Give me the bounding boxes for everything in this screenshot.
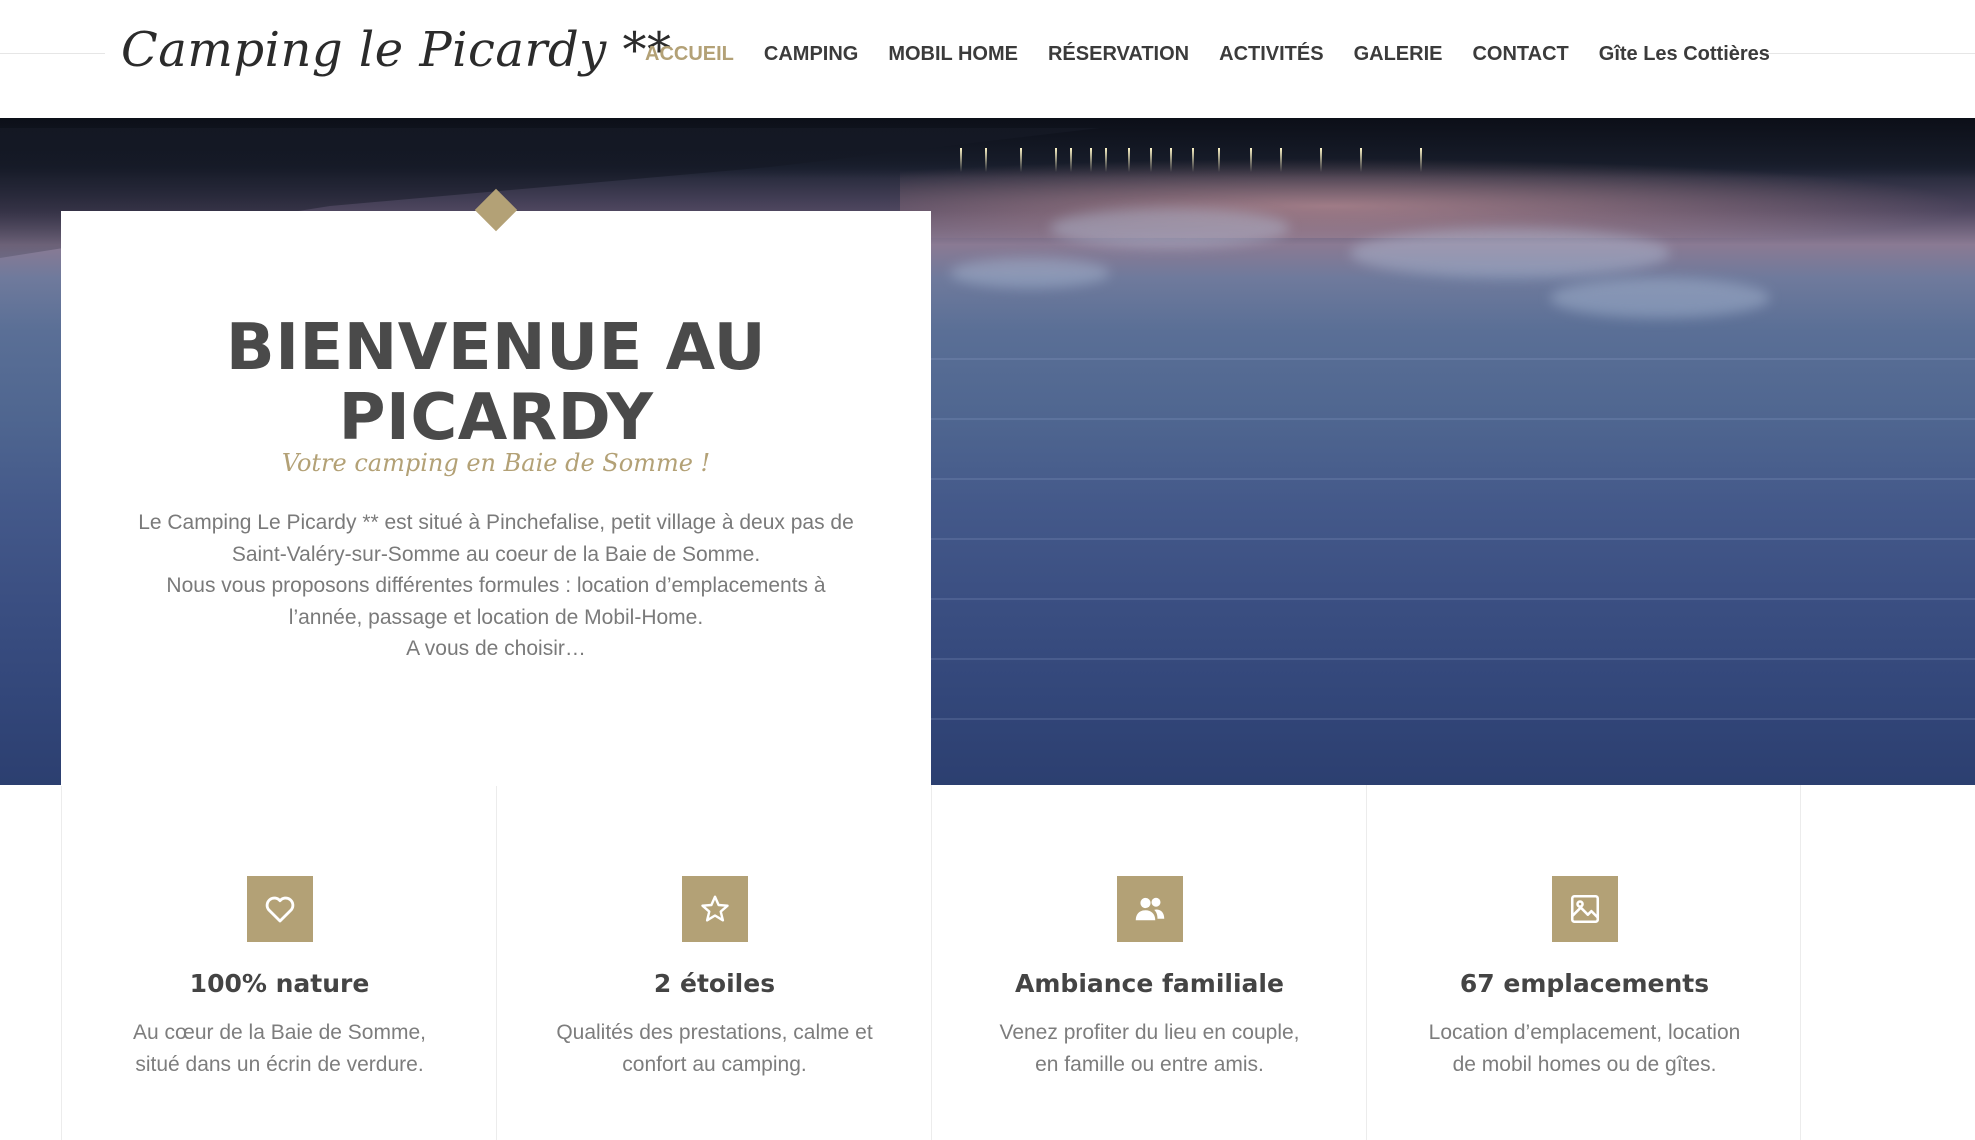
nav-item-gite[interactable]: Gîte Les Cottières — [1584, 40, 1785, 68]
features-row: 100% nature Au cœur de la Baie de Somme,… — [61, 785, 1801, 1140]
feature-stars: 2 étoiles Qualités des prestations, calm… — [496, 785, 931, 1140]
feature-family: Ambiance familiale Venez profiter du lie… — [931, 785, 1366, 1140]
nav-item-reservation[interactable]: RÉSERVATION — [1033, 40, 1204, 68]
welcome-description: Le Camping Le Picardy ** est situé à Pin… — [101, 507, 891, 665]
nav-item-mobil-home[interactable]: MOBIL HOME — [873, 40, 1033, 68]
users-icon — [1117, 876, 1183, 942]
feature-title: 67 emplacements — [1459, 969, 1710, 998]
feature-emplacements: 67 emplacements Location d’emplacement, … — [1366, 785, 1801, 1140]
heart-icon — [247, 876, 313, 942]
feature-text: Au cœur de la Baie de Somme, situé dans … — [97, 1017, 462, 1081]
desc-line: Nous vous proposons différentes formules… — [166, 574, 826, 597]
star-icon — [682, 876, 748, 942]
feature-nature: 100% nature Au cœur de la Baie de Somme,… — [61, 785, 496, 1140]
desc-line: Saint-Valéry-sur-Somme au coeur de la Ba… — [231, 542, 761, 566]
feature-text: Location d’emplacement, location de mobi… — [1402, 1017, 1767, 1081]
welcome-title-line2: PICARDY — [338, 381, 654, 455]
feature-title: Ambiance familiale — [1015, 969, 1284, 998]
welcome-subtitle: Votre camping en Baie de Somme ! — [281, 449, 711, 477]
site-header: Camping le Picardy ** ACCUEIL CAMPING MO… — [0, 0, 1975, 118]
feature-text-line: Location d’emplacement, location — [1428, 1021, 1741, 1044]
nav-item-camping[interactable]: CAMPING — [749, 40, 873, 68]
feature-text-line: Au cœur de la Baie de Somme, — [133, 1021, 426, 1044]
feature-text-line: Venez profiter du lieu en couple, — [999, 1021, 1300, 1044]
welcome-card: BIENVENUE AU PICARDY Votre camping en Ba… — [61, 188, 931, 786]
feature-text: Qualités des prestations, calme et confo… — [532, 1017, 897, 1081]
nav-item-galerie[interactable]: GALERIE — [1339, 40, 1458, 68]
nav-item-accueil[interactable]: ACCUEIL — [630, 40, 749, 68]
feature-text-line: confort au camping. — [622, 1053, 807, 1076]
desc-line: A vous de choisir… — [406, 637, 586, 660]
header-rule-left — [0, 53, 105, 54]
header-rule-right — [1755, 53, 1975, 54]
nav-item-activites[interactable]: ACTIVITÉS — [1204, 40, 1338, 68]
welcome-title-line1: BIENVENUE AU — [225, 311, 767, 385]
image-icon — [1552, 876, 1618, 942]
desc-line: l’année, passage et location de Mobil-Ho… — [288, 605, 704, 629]
nav-item-contact[interactable]: CONTACT — [1457, 40, 1583, 68]
main-nav: ACCUEIL CAMPING MOBIL HOME RÉSERVATION A… — [630, 40, 1785, 68]
feature-title: 100% nature — [189, 969, 370, 998]
feature-text-line: en famille ou entre amis. — [1035, 1053, 1264, 1076]
welcome-title: BIENVENUE AU PICARDY — [61, 313, 931, 453]
feature-text-line: situé dans un écrin de verdure. — [135, 1053, 424, 1076]
feature-text-line: de mobil homes ou de gîtes. — [1452, 1053, 1717, 1076]
feature-title: 2 étoiles — [653, 969, 776, 998]
desc-line: Le Camping Le Picardy ** est situé à Pin… — [138, 511, 854, 534]
site-logo[interactable]: Camping le Picardy ** — [121, 22, 672, 78]
feature-text: Venez profiter du lieu en couple, en fam… — [967, 1017, 1332, 1081]
feature-text-line: Qualités des prestations, calme et — [556, 1021, 873, 1044]
hero-town-lights — [900, 148, 1975, 198]
